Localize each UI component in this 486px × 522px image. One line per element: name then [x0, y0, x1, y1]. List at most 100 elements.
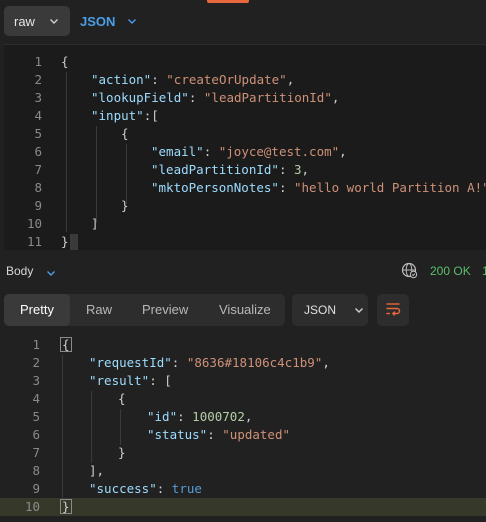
code-token: }: [62, 499, 70, 514]
code-token: {: [121, 126, 129, 141]
request-body-toolbar: raw JSON: [0, 0, 486, 42]
chevron-down-icon[interactable]: [46, 266, 56, 281]
code-token: :: [171, 355, 187, 370]
code-line: ],: [89, 463, 104, 478]
indent-guide: [91, 391, 92, 463]
line-number: 8: [34, 180, 42, 195]
body-mode-label: raw: [14, 13, 35, 29]
code-token: }: [121, 198, 129, 213]
code-token: ,: [244, 409, 253, 424]
code-line: ]: [91, 216, 99, 231]
code-token: ,: [339, 144, 347, 159]
tab-pretty[interactable]: Pretty: [4, 294, 70, 326]
code-token: "input": [91, 108, 144, 123]
line-number: 5: [32, 409, 40, 424]
tab-visualize[interactable]: Visualize: [219, 294, 271, 326]
code-token: "createOrUpdate": [166, 72, 287, 87]
line-number: 3: [34, 90, 42, 105]
code-token: "requestId": [89, 355, 172, 370]
response-header: Body 200 OK 1: [0, 257, 486, 285]
line-number: 2: [34, 72, 42, 87]
code-token: :: [278, 162, 294, 177]
indent-guide: [96, 126, 97, 223]
line-number: 10: [26, 216, 42, 231]
request-body-editor[interactable]: 1{2 "action": "createOrUpdate", 3 "lookupFi…: [4, 44, 486, 250]
indent-guide: [126, 144, 127, 204]
code-line: }: [118, 445, 126, 460]
indent-guide: [120, 409, 121, 445]
globe-icon[interactable]: [401, 262, 418, 279]
bracket-match-highlight: }: [60, 499, 72, 514]
code-token: {: [118, 391, 126, 406]
code-token: }: [61, 234, 69, 249]
line-number: 9: [34, 198, 42, 213]
current-line-highlight: [0, 498, 486, 516]
code-token: "leadPartitionId": [151, 162, 279, 177]
tab-preview[interactable]: Preview: [142, 294, 188, 326]
line-number: 9: [32, 481, 40, 496]
code-token: true: [171, 481, 202, 496]
code-line: "email": "joyce@test.com",: [151, 144, 347, 159]
line-number: 5: [34, 126, 42, 141]
response-format-dropdown[interactable]: JSON: [292, 294, 368, 326]
code-token: }: [118, 445, 126, 460]
body-format-dropdown[interactable]: JSON: [80, 6, 137, 36]
code-token: {: [62, 337, 70, 352]
line-number: 4: [32, 391, 40, 406]
indent-guide: [66, 72, 67, 232]
line-number: 1: [32, 337, 40, 352]
code-token: :[: [143, 108, 159, 123]
body-format-label: JSON: [80, 13, 116, 29]
code-token: "joyce@test.com": [218, 144, 340, 159]
code-token: :: [156, 481, 172, 496]
code-token: :: [207, 427, 223, 442]
code-token: "8636#18106c4c1b9": [186, 355, 323, 370]
code-line: "leadPartitionId": 3,: [151, 162, 309, 177]
code-token: "email": [151, 144, 204, 159]
code-line: "input":[: [91, 108, 159, 123]
code-token: {: [61, 54, 69, 69]
code-token: "action": [91, 72, 152, 87]
code-token: "result": [89, 373, 150, 388]
tab-raw[interactable]: Raw: [86, 294, 112, 326]
code-line: "requestId": "8636#18106c4c1b9",: [89, 355, 330, 370]
response-body-viewer[interactable]: 1 {2 "requestId": "8636#18106c4c1b9", 3 "res…: [0, 334, 486, 522]
code-token: :: [177, 409, 193, 424]
chevron-down-icon: [127, 16, 137, 26]
response-body-label[interactable]: Body: [6, 264, 33, 278]
code-token: "success": [89, 481, 157, 496]
code-token: :: [188, 90, 204, 105]
wrap-lines-button[interactable]: [377, 294, 409, 326]
line-number: 10: [24, 499, 40, 514]
code-token: ,: [322, 355, 330, 370]
line-number: 7: [32, 445, 40, 460]
line-number: 2: [32, 355, 40, 370]
code-line: {: [60, 337, 72, 352]
body-mode-dropdown[interactable]: raw: [4, 6, 70, 36]
chevron-down-icon: [354, 305, 364, 315]
status-code[interactable]: 200 OK: [430, 264, 471, 278]
line-number: 7: [34, 162, 42, 177]
response-view-tabs: Pretty Raw Preview Visualize: [4, 294, 285, 326]
response-time: 1: [482, 264, 486, 278]
code-token: "hello world Partition A!": [294, 180, 486, 195]
line-number: 6: [32, 427, 40, 442]
line-number: 6: [34, 144, 42, 159]
code-token: :: [151, 72, 167, 87]
code-line: "mktoPersonNotes": "hello world Partitio…: [151, 180, 486, 195]
code-token: "lookupField": [91, 90, 189, 105]
code-line: "action": "createOrUpdate",: [91, 72, 294, 87]
chevron-down-icon: [49, 16, 59, 26]
code-token: ,: [286, 72, 295, 87]
code-line: "status": "updated": [147, 427, 290, 442]
code-token: ],: [89, 463, 105, 478]
line-number: 3: [32, 373, 40, 388]
code-line: "success": true: [89, 481, 202, 496]
line-number: 11: [26, 234, 42, 249]
code-token: :: [203, 144, 219, 159]
code-line: }: [61, 234, 69, 249]
code-token: 1000702: [192, 409, 245, 424]
code-line: {: [121, 126, 129, 141]
code-token: ,: [301, 162, 310, 177]
code-token: "mktoPersonNotes": [151, 180, 279, 195]
